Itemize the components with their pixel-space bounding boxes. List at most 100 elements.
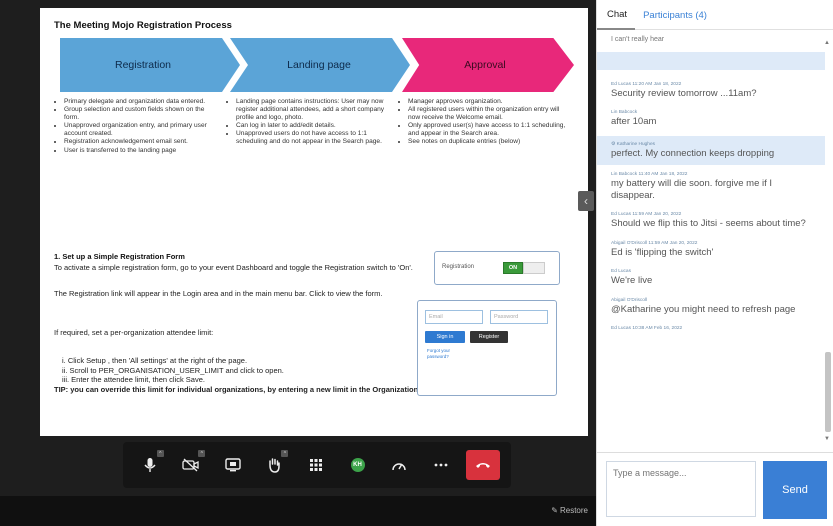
list-item: I can't really hear <box>597 30 825 48</box>
chevron-left-icon[interactable]: ‹ <box>578 191 594 211</box>
message-list: I can't really hear Ed Lucas 11:20 AM Ja… <box>597 30 825 442</box>
message-meta: Lin Babcock 11:40 AM Jan 18, 2022 <box>611 172 688 177</box>
message-author: Katharine Hughes <box>616 141 656 147</box>
tile-view-icon <box>309 459 322 471</box>
message-text: perfect. My connection keeps dropping <box>611 147 775 159</box>
message-text: @Katharine you might need to refresh pag… <box>611 303 796 315</box>
email-field-illustration: Email <box>425 310 483 324</box>
send-button[interactable]: Send <box>763 461 827 519</box>
scroll-down-icon[interactable]: ▼ <box>824 436 830 442</box>
stage-label: Landing page <box>287 59 351 71</box>
stage-landing-page: Landing page <box>230 38 410 92</box>
avatar: KH <box>350 458 365 472</box>
message-text: We're live <box>611 275 653 286</box>
paragraph: To activate a simple registration form, … <box>54 263 413 272</box>
shared-slide: The Meeting Mojo Registration Process Re… <box>40 8 588 436</box>
message-meta: Ed Lucas 10:38 AM Feb 16, 2022 <box>611 326 683 331</box>
list-item: Ed Lucas We're live <box>597 262 825 291</box>
toggle-on: ON <box>503 262 523 274</box>
speed-icon <box>392 463 406 471</box>
message-text: my battery will die soon. forgive me if … <box>611 178 773 201</box>
message-meta: Ed Lucas 11:20 AM Jan 18, 2022 <box>611 81 682 87</box>
restore-button[interactable]: ✎ Restore <box>551 506 588 515</box>
message-meta: Ed Lucas <box>611 269 632 274</box>
list-item: Unapproved users do not have access to 1… <box>236 130 393 146</box>
meeting-toolbar: ^ ^ ^ KH <box>123 442 511 488</box>
registration-notes: Primary delegate and organization data e… <box>56 98 214 155</box>
signin-button-illustration: Sign in <box>425 331 465 343</box>
camera-button[interactable]: ^ <box>175 449 207 481</box>
list-item: Registration acknowledgement email sent. <box>64 138 214 146</box>
raise-hand-icon <box>269 458 281 473</box>
performance-settings-button[interactable] <box>383 449 415 481</box>
scrollbar-thumb[interactable] <box>825 352 831 432</box>
tab-chat[interactable]: Chat <box>597 0 636 30</box>
more-options-button[interactable] <box>425 449 457 481</box>
raise-hand-button[interactable]: ^ <box>258 449 290 481</box>
screenshare-button[interactable] <box>217 449 249 481</box>
list-item: See notes on duplicate entries (below) <box>408 138 572 146</box>
chat-sidebar: Chat Participants (4) I can't really hea… <box>596 0 833 526</box>
compose-area: Send <box>597 452 833 526</box>
list-item: Can log in later to add/edit details. <box>236 122 393 130</box>
slide-title: The Meeting Mojo Registration Process <box>54 20 232 31</box>
tab-participants[interactable]: Participants (4) <box>635 0 715 30</box>
scroll-up-icon[interactable]: ▲ <box>824 40 830 46</box>
shared-screen-stage: The Meeting Mojo Registration Process Re… <box>0 0 596 526</box>
message-meta: Abigail O'Driscoll 11:59 AM Jan 20, 2022 <box>611 240 698 246</box>
list-item: Ed Lucas 11:59 AM Jan 20, 2022 Should we… <box>597 205 825 234</box>
chevron-up-icon[interactable]: ^ <box>156 450 164 457</box>
chevron-up-icon[interactable]: ^ <box>198 450 206 457</box>
registration-toggle-illustration: Registration ON <box>434 251 560 285</box>
list-item: User is transferred to the landing page <box>64 147 214 155</box>
tile-view-button[interactable] <box>300 449 332 481</box>
screenshare-icon <box>225 458 241 472</box>
sidebar-tabs: Chat Participants (4) <box>597 0 833 30</box>
message-meta: Abigail O'Driscoll <box>611 297 648 303</box>
hangup-button[interactable] <box>466 450 501 480</box>
registration-label: Registration <box>442 264 475 270</box>
chevron-up-icon[interactable]: ^ <box>281 450 289 457</box>
list-item: Landing page contains instructions: User… <box>236 98 393 122</box>
meeting-app: The Meeting Mojo Registration Process Re… <box>0 0 833 526</box>
more-icon <box>434 463 447 467</box>
profile-button[interactable]: KH <box>342 449 374 481</box>
stage-label: Approval <box>464 59 506 71</box>
message-meta: ⚙ Katharine Hughes <box>611 141 815 148</box>
message-text: Ed is 'flipping the switch' <box>611 246 714 258</box>
message-text: I can't really hear <box>611 36 665 43</box>
list-item: Ed Lucas 11:20 AM Jan 18, 2022 Security … <box>597 78 825 104</box>
stage-approval: Approval <box>402 38 574 92</box>
toggle-off <box>523 262 545 274</box>
landing-page-notes: Landing page contains instructions: User… <box>228 98 393 147</box>
pencil-icon: ✎ <box>551 506 558 515</box>
password-field-illustration: Password <box>490 310 548 324</box>
microphone-icon <box>144 458 156 472</box>
list-item: Primary delegate and organization data e… <box>64 98 214 106</box>
paragraph: If required, set a per-organization atte… <box>54 328 214 337</box>
hangup-icon <box>476 463 491 468</box>
stage-label: Registration <box>114 59 172 71</box>
bottom-strip: ✎ Restore <box>0 496 596 526</box>
list-item: Only approved user(s) have access to 1:1… <box>408 122 572 138</box>
microphone-button[interactable]: ^ <box>134 449 166 481</box>
list-item: Lin Babcock 11:40 AM Jan 18, 2022 my bat… <box>597 165 825 205</box>
paragraph: The Registration link will appear in the… <box>54 289 383 298</box>
message-input[interactable] <box>606 461 756 517</box>
stage-registration: Registration <box>60 38 240 92</box>
message-text: Security review tomorrow ...11am? <box>611 87 757 99</box>
register-button-illustration: Register <box>470 331 508 343</box>
list-item: Ed Lucas 10:38 AM Feb 16, 2022 <box>597 319 825 336</box>
login-illustration: Email Password Sign in Register Forgot y… <box>417 300 557 396</box>
restore-label: Restore <box>559 506 588 515</box>
list-item: Lin Babcock after 10am <box>597 103 825 136</box>
list-item: Abigail O'Driscoll 11:59 AM Jan 20, 2022… <box>597 234 825 263</box>
list-item: ⚙ Katharine Hughes perfect. My connectio… <box>597 135 825 165</box>
message-text: after 10am <box>611 116 657 127</box>
forgot-password-link-illustration: Forgot your password? <box>427 348 451 359</box>
approval-notes: Manager approves organization. All regis… <box>400 98 572 147</box>
section-heading: 1. Set up a Simple Registration Form <box>54 252 185 261</box>
list-item: All registered users within the organiza… <box>408 106 572 122</box>
list-item: Abigail O'Driscoll @Katharine you might … <box>597 291 825 320</box>
camera-off-icon <box>182 458 199 472</box>
